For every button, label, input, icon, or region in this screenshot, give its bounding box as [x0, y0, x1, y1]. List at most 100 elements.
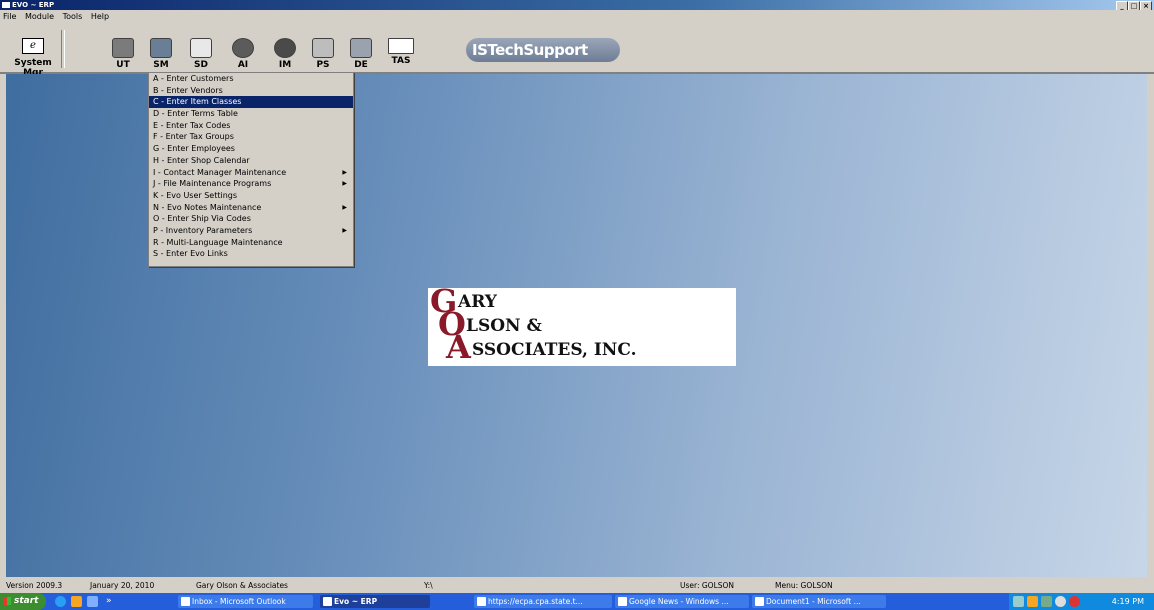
outlook-icon[interactable]	[71, 596, 82, 607]
task-evo-erp[interactable]: Evo ~ ERP	[320, 595, 430, 608]
network-icon	[350, 38, 372, 58]
menu-help[interactable]: Help	[88, 10, 112, 24]
computer-icon	[150, 38, 172, 58]
menu-module[interactable]: Module	[22, 10, 57, 24]
menu-item[interactable]: K - Evo User Settings	[149, 190, 353, 202]
sm-dropdown-menu: A - Enter Customers B - Enter Vendors C - …	[148, 72, 354, 267]
status-company: Gary Olson & Associates	[196, 581, 288, 590]
menu-item[interactable]: S - Enter Evo Links	[149, 248, 353, 260]
menu-tools[interactable]: Tools	[60, 10, 86, 24]
tray-icon-2[interactable]	[1027, 596, 1038, 607]
menu-item[interactable]: O - Enter Ship Via Codes	[149, 213, 353, 225]
menu-item[interactable]: C - Enter Item Classes	[149, 96, 353, 109]
de-button[interactable]: DE	[346, 24, 376, 70]
company-logo: G O A ARY LSON & SSOCIATES, INC.	[428, 282, 736, 366]
outlook-task-icon	[181, 597, 190, 606]
toolbar-separator	[61, 30, 65, 68]
status-date: January 20, 2010	[90, 581, 155, 590]
task-document1-label: Document1 - Microsoft ...	[766, 597, 861, 606]
menu-item-label: P - Inventory Parameters	[153, 225, 253, 235]
menu-item[interactable]: P - Inventory Parameters ▶	[149, 225, 353, 237]
word-task-icon	[755, 597, 764, 606]
printer-icon	[112, 38, 134, 58]
menu-item[interactable]: D - Enter Terms Table	[149, 108, 353, 120]
menu-item[interactable]: J - File Maintenance Programs ▶	[149, 178, 353, 190]
task-google-news-label: Google News - Windows ...	[629, 597, 729, 606]
ai-label: AI	[237, 60, 249, 70]
menu-item-label: I - Contact Manager Maintenance	[153, 167, 287, 177]
menu-item-label: C - Enter Item Classes	[153, 97, 242, 107]
menu-item-label: S - Enter Evo Links	[153, 249, 228, 259]
task-evo-label: Evo ~ ERP	[334, 597, 378, 606]
menu-item-label: B - Enter Vendors	[153, 85, 223, 95]
ai-button[interactable]: AI	[228, 24, 258, 70]
register-icon	[312, 38, 334, 58]
e-icon: e	[22, 38, 44, 54]
task-outlook[interactable]: Inbox - Microsoft Outlook	[178, 595, 313, 608]
task-ecpa-label: https://ecpa.cpa.state.t...	[488, 597, 583, 606]
clock: 4:19 PM	[1111, 597, 1144, 606]
status-path: Y:\	[424, 581, 433, 590]
start-button[interactable]: start	[0, 593, 46, 610]
menu-item-label: H - Enter Shop Calendar	[153, 155, 250, 165]
menu-item[interactable]: N - Evo Notes Maintenance ▶	[149, 202, 353, 214]
window-title: EVO ~ ERP	[12, 1, 55, 9]
more-quicklaunch-button[interactable]: »	[106, 593, 112, 610]
menu-item[interactable]: A - Enter Customers	[149, 73, 353, 85]
submenu-arrow-icon: ▶	[342, 168, 347, 176]
sd-button[interactable]: SD	[186, 24, 216, 70]
ut-button[interactable]: UT	[108, 24, 138, 70]
status-menu: Menu: GOLSON	[775, 581, 833, 590]
toolbar: e System Mgr UT SM SD AI IM PS DE TAS IS…	[0, 24, 1154, 78]
menu-item[interactable]: G - Enter Employees	[149, 143, 353, 155]
menu-file[interactable]: File	[0, 10, 19, 24]
istechsupport-logo[interactable]: ISTechSupport	[466, 38, 620, 62]
submenu-arrow-icon: ▶	[342, 180, 347, 188]
status-user: User: GOLSON	[680, 581, 735, 590]
logo-line-2: LSON &	[466, 316, 542, 336]
desktop-icon[interactable]	[87, 596, 98, 607]
menu-item-label: D - Enter Terms Table	[153, 109, 238, 119]
menu-item[interactable]: F - Enter Tax Groups	[149, 131, 353, 143]
browser-task-icon	[618, 597, 627, 606]
menu-item[interactable]: R - Multi-Language Maintenance	[149, 237, 353, 249]
menu-item-label: E - Enter Tax Codes	[153, 120, 231, 130]
ps-label: PS	[316, 60, 330, 70]
system-mgr-button[interactable]: e System Mgr	[8, 26, 58, 78]
tas-label: TAS	[391, 56, 411, 66]
task-outlook-label: Inbox - Microsoft Outlook	[192, 597, 286, 606]
menu-item[interactable]: I - Contact Manager Maintenance ▶	[149, 167, 353, 179]
task-ecpa[interactable]: https://ecpa.cpa.state.t...	[474, 595, 612, 608]
menu-item[interactable]: B - Enter Vendors	[149, 85, 353, 97]
im-label: IM	[278, 60, 292, 70]
menu-item[interactable]: H - Enter Shop Calendar	[149, 155, 353, 167]
browser-task-icon	[477, 597, 486, 606]
tray-icon-1[interactable]	[1013, 596, 1024, 607]
im-button[interactable]: IM	[270, 24, 300, 70]
menu-item-label: K - Evo User Settings	[153, 190, 238, 200]
tas-button[interactable]: TAS	[384, 24, 418, 70]
ps-button[interactable]: PS	[308, 24, 338, 70]
menu-item-label: R - Multi-Language Maintenance	[153, 237, 283, 247]
logo-line-1: ARY	[458, 292, 497, 312]
tray-icon-4[interactable]	[1055, 596, 1066, 607]
tray-icon-5[interactable]	[1069, 596, 1080, 607]
menu-item-label: N - Evo Notes Maintenance	[153, 202, 262, 212]
status-version: Version 2009.3	[6, 581, 63, 590]
ut-label: UT	[116, 60, 130, 70]
tas-icon	[388, 38, 414, 54]
ie-icon[interactable]	[55, 596, 66, 607]
menu-bar: File Module Tools Help	[0, 10, 1154, 24]
task-google-news[interactable]: Google News - Windows ...	[615, 595, 749, 608]
tray-icon-3[interactable]	[1041, 596, 1052, 607]
menu-item[interactable]: E - Enter Tax Codes	[149, 120, 353, 132]
start-label: start	[14, 596, 39, 606]
sm-button[interactable]: SM	[146, 24, 176, 70]
sd-label: SD	[194, 60, 208, 70]
task-document1[interactable]: Document1 - Microsoft ...	[752, 595, 886, 608]
system-tray: 4:19 PM	[1009, 593, 1154, 610]
globe-icon	[274, 38, 296, 58]
submenu-arrow-icon: ▶	[342, 203, 347, 211]
menu-item-label: J - File Maintenance Programs	[153, 179, 272, 189]
menu-item-label: A - Enter Customers	[153, 74, 234, 83]
